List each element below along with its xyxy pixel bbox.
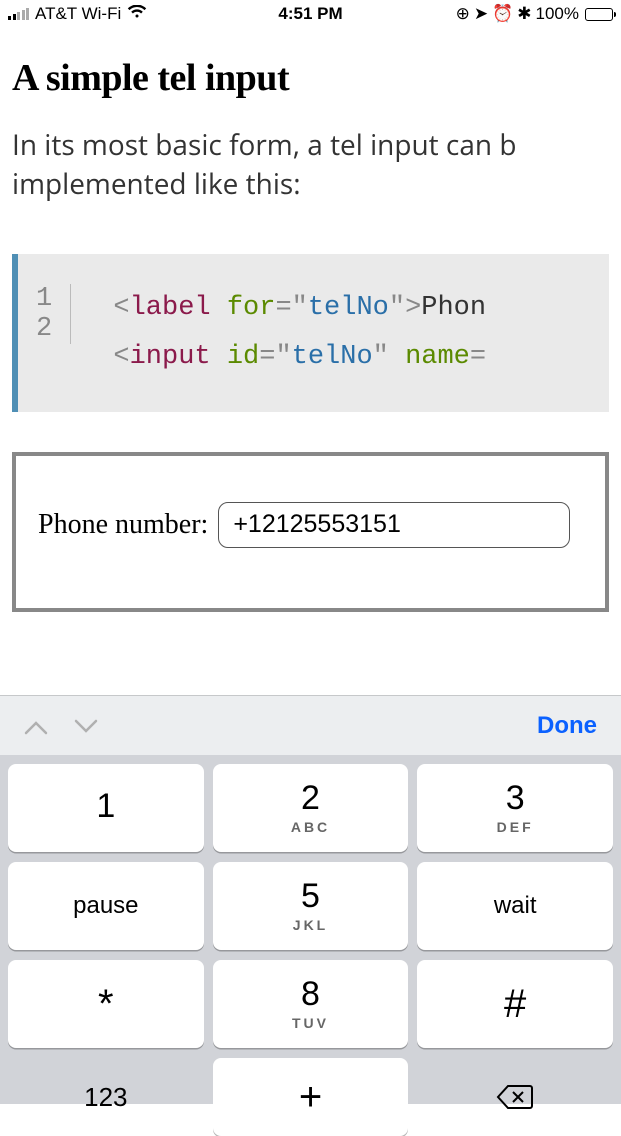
orientation-lock-icon: ⊕	[456, 4, 470, 24]
status-right: ⊕ ➤ ⏰ ✱ 100%	[456, 4, 613, 24]
key-1[interactable]: 1	[8, 764, 204, 852]
code-gutter: 1 2	[36, 284, 71, 344]
wifi-icon	[127, 4, 147, 24]
prev-field-button[interactable]	[24, 710, 48, 742]
key-8[interactable]: 8TUV	[213, 960, 409, 1048]
battery-icon	[585, 8, 613, 21]
lead-line-1: In its most basic form, a tel input can …	[12, 126, 516, 164]
phone-number-label: Phone number:	[38, 509, 208, 541]
page-title: A simple tel input	[12, 56, 609, 100]
bluetooth-icon: ✱	[517, 4, 531, 24]
status-bar: AT&T Wi-Fi 4:51 PM ⊕ ➤ ⏰ ✱ 100%	[0, 0, 621, 28]
status-left: AT&T Wi-Fi	[8, 4, 147, 24]
signal-icon	[8, 8, 29, 20]
code-line-1: <label for="telNo">Phon	[113, 293, 486, 323]
code-block: 1 2 <label for="telNo">Phon <input id="t…	[12, 254, 609, 411]
keyboard-accessory-bar: Done	[0, 695, 621, 755]
page-content: A simple tel input In its most basic for…	[0, 28, 621, 612]
status-time: 4:51 PM	[278, 4, 342, 24]
key-star[interactable]: *	[8, 960, 204, 1048]
lead-paragraph: In its most basic form, a tel input can …	[12, 126, 609, 204]
key-2[interactable]: 2ABC	[213, 764, 409, 852]
key-wait[interactable]: wait	[417, 862, 613, 950]
key-hash[interactable]: #	[417, 960, 613, 1048]
alarm-icon: ⏰	[492, 4, 513, 24]
key-mode-123[interactable]: 123	[8, 1058, 204, 1136]
code-line-2: <input id="telNo" name=	[113, 342, 486, 372]
key-5[interactable]: 5JKL	[213, 862, 409, 950]
key-backspace[interactable]	[417, 1058, 613, 1136]
key-3[interactable]: 3DEF	[417, 764, 613, 852]
example-box: Phone number:	[12, 452, 609, 612]
key-plus[interactable]: +	[213, 1058, 409, 1136]
keyboard-done-button[interactable]: Done	[537, 712, 597, 740]
carrier-label: AT&T Wi-Fi	[35, 4, 121, 24]
backspace-icon	[496, 1084, 534, 1110]
battery-pct: 100%	[536, 4, 579, 24]
telephone-keyboard: 1 2ABC 3DEF pause 5JKL wait * 8TUV # 123…	[0, 755, 621, 1104]
lead-line-2: implemented like this:	[12, 165, 301, 203]
code-lines: <label for="telNo">Phon <input id="telNo…	[87, 284, 486, 381]
next-field-button[interactable]	[74, 710, 98, 742]
key-pause[interactable]: pause	[8, 862, 204, 950]
location-icon: ➤	[474, 4, 488, 24]
phone-number-input[interactable]	[218, 502, 570, 548]
